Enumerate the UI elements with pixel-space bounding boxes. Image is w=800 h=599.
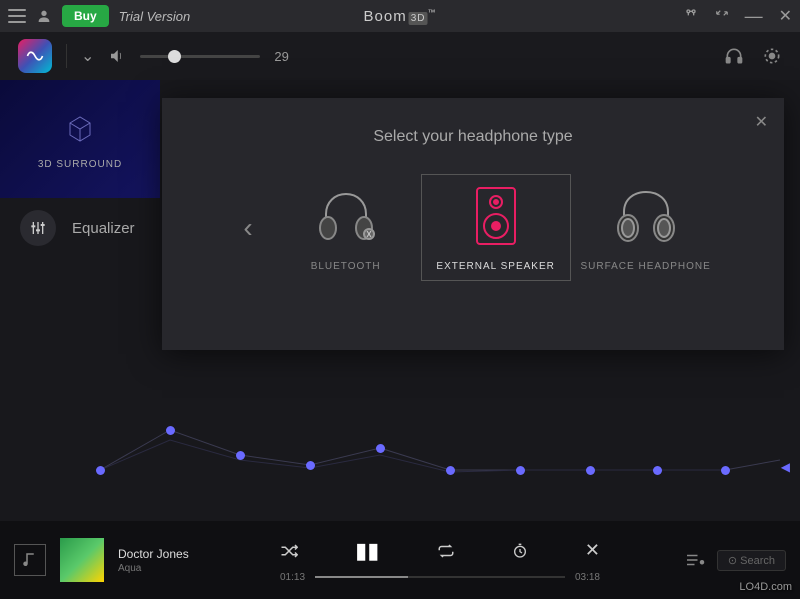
prev-arrow-icon[interactable]: ‹ <box>225 212 270 244</box>
headphone-option-label: SURFACE HEADPHONE <box>580 261 710 272</box>
volume-icon[interactable] <box>108 47 126 65</box>
titlebar-left: Buy Trial Version <box>8 5 190 27</box>
player-source-icon[interactable] <box>14 544 46 576</box>
headphone-option-label: EXTERNAL SPEAKER <box>436 261 554 272</box>
volume-slider[interactable] <box>140 55 260 58</box>
app-logo-icon[interactable] <box>18 39 52 73</box>
divider <box>66 44 67 68</box>
player-controls: ▮▮ ✕ <box>280 538 600 564</box>
headphone-option-surface[interactable]: SURFACE HEADPHONE <box>571 175 721 280</box>
equalizer-graph[interactable]: ◀ <box>0 370 800 510</box>
player-bar: Doctor Jones Aqua ▮▮ ✕ 01:13 03:18 ⊙ Sea… <box>0 521 800 599</box>
progress-fill <box>315 576 407 578</box>
track-info: Doctor Jones Aqua <box>118 547 218 574</box>
headphone-dialog: ✕ Select your headphone type ‹ BLUETOOTH… <box>162 98 784 350</box>
progress-row: 01:13 03:18 <box>280 572 600 583</box>
timer-icon[interactable] <box>512 543 528 559</box>
eq-point[interactable] <box>166 426 175 435</box>
cube-icon <box>60 109 100 149</box>
close-player-icon[interactable]: ✕ <box>585 540 600 561</box>
toolbar-right <box>724 46 782 66</box>
bluetooth-headphone-icon <box>311 183 381 249</box>
headphone-option-external-speaker[interactable]: EXTERNAL SPEAKER <box>421 174 571 281</box>
time-duration: 03:18 <box>575 572 600 583</box>
main-content: 3D SURROUND Equalizer ✕ Select your head… <box>0 80 800 520</box>
pause-button[interactable]: ▮▮ <box>355 538 379 564</box>
window-controls: — ✕ <box>683 6 792 27</box>
dialog-body: ‹ BLUETOOTH EXTERNAL SPEAKER SURFACE HEA… <box>184 174 762 281</box>
titlebar: Buy Trial Version Boom3D™ — ✕ <box>0 0 800 32</box>
equalizer-icon[interactable] <box>20 210 56 246</box>
time-elapsed: 01:13 <box>280 572 305 583</box>
equalizer-row: Equalizer <box>0 210 155 246</box>
track-artist: Aqua <box>118 563 218 574</box>
dialog-title: Select your headphone type <box>184 128 762 146</box>
headphone-option-bluetooth[interactable]: BLUETOOTH <box>271 175 421 280</box>
headphones-icon[interactable] <box>724 46 744 66</box>
share-icon[interactable] <box>683 6 699 27</box>
progress-bar[interactable] <box>315 576 565 578</box>
eq-point[interactable] <box>721 466 730 475</box>
surround-label: 3D SURROUND <box>38 159 122 170</box>
shuffle-icon[interactable] <box>280 544 298 558</box>
eq-point[interactable] <box>96 466 105 475</box>
eq-point[interactable] <box>446 466 455 475</box>
playlist-icon[interactable] <box>687 553 705 567</box>
volume-value: 29 <box>274 49 288 64</box>
surround-panel[interactable]: 3D SURROUND <box>0 80 160 198</box>
menu-hamburger-icon[interactable] <box>8 9 26 23</box>
eq-marker-icon[interactable]: ◀ <box>781 460 790 474</box>
dialog-close-icon[interactable]: ✕ <box>755 112 768 132</box>
trial-version-label: Trial Version <box>119 9 191 24</box>
chevron-down-icon[interactable]: ⌄ <box>81 46 94 66</box>
eq-point[interactable] <box>653 466 662 475</box>
track-title: Doctor Jones <box>118 547 218 561</box>
eq-point[interactable] <box>306 461 315 470</box>
buy-button[interactable]: Buy <box>62 5 109 27</box>
eq-point[interactable] <box>236 451 245 460</box>
equalizer-label: Equalizer <box>72 220 135 237</box>
eq-point[interactable] <box>376 444 385 453</box>
power-icon[interactable] <box>762 46 782 66</box>
minimize-icon[interactable]: — <box>745 6 763 27</box>
search-input[interactable]: ⊙ Search <box>717 550 786 571</box>
eq-curve <box>0 370 800 510</box>
speaker-icon <box>471 183 521 249</box>
player-right: ⊙ Search <box>687 550 786 571</box>
repeat-icon[interactable] <box>437 544 455 558</box>
surface-headphone-icon <box>611 183 681 249</box>
close-window-icon[interactable]: ✕ <box>779 6 792 27</box>
toolbar: ⌄ 29 <box>0 32 800 80</box>
app-title: Boom3D™ <box>364 8 437 25</box>
user-icon[interactable] <box>36 8 52 24</box>
headphone-option-label: BLUETOOTH <box>311 261 381 272</box>
watermark: LO4D.com <box>739 581 792 593</box>
album-art[interactable] <box>60 538 104 582</box>
player-center: ▮▮ ✕ 01:13 03:18 <box>280 538 600 583</box>
eq-point[interactable] <box>516 466 525 475</box>
eq-point[interactable] <box>586 466 595 475</box>
volume-slider-thumb[interactable] <box>168 50 181 63</box>
collapse-icon[interactable] <box>715 6 729 27</box>
